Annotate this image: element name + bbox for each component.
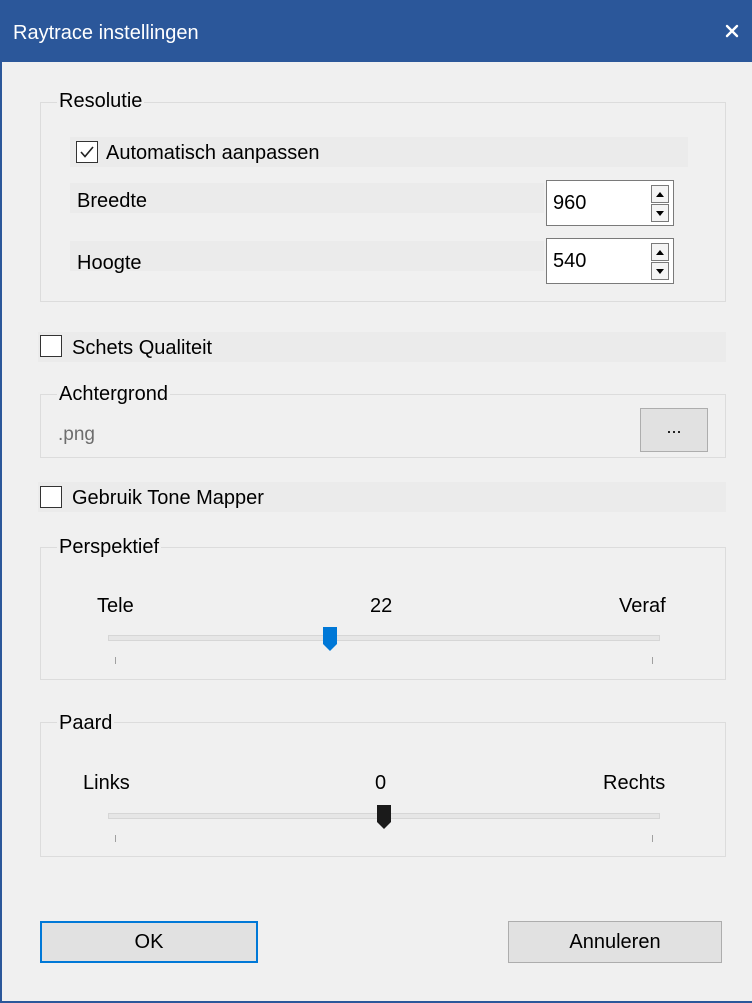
horse-value-label: 0 <box>375 772 387 794</box>
close-icon <box>725 24 739 38</box>
height-decrement-button[interactable] <box>651 262 669 280</box>
perspective-min-label: Tele <box>97 595 134 617</box>
perspective-slider-track[interactable] <box>108 635 660 641</box>
perspective-group-label: Perspektief <box>57 536 162 558</box>
resolution-group-label: Resolutie <box>57 90 145 112</box>
arrow-up-icon <box>656 191 664 197</box>
browse-button[interactable]: ... <box>640 408 708 452</box>
perspective-tick-max <box>652 657 653 664</box>
sketch-quality-label: Schets Qualiteit <box>72 337 213 359</box>
width-decrement-button[interactable] <box>651 204 669 222</box>
height-label: Hoogte <box>77 252 142 274</box>
auto-adjust-checkbox[interactable] <box>76 141 98 163</box>
arrow-up-icon <box>656 249 664 255</box>
auto-adjust-label: Automatisch aanpassen <box>106 142 320 164</box>
horse-max-label: Rechts <box>603 772 666 794</box>
width-stepper[interactable]: 960 <box>546 180 674 226</box>
width-input[interactable]: 960 <box>553 192 643 215</box>
perspective-value-label: 22 <box>370 595 393 617</box>
perspective-slider-thumb[interactable] <box>322 627 337 651</box>
perspective-max-label: Veraf <box>619 595 666 617</box>
dialog-window: Raytrace instellingen Resolutie Automati… <box>0 0 752 1003</box>
background-group-label: Achtergrond <box>57 383 170 405</box>
cancel-button[interactable]: Annuleren <box>508 921 722 963</box>
horse-min-label: Links <box>83 772 130 794</box>
window-title: Raytrace instellingen <box>13 22 199 44</box>
arrow-down-icon <box>656 268 664 274</box>
height-stepper[interactable]: 540 <box>546 238 674 284</box>
tone-mapper-label: Gebruik Tone Mapper <box>72 487 264 509</box>
horse-slider-thumb[interactable] <box>376 805 391 829</box>
width-label: Breedte <box>77 190 148 212</box>
title-bar: Raytrace instellingen <box>2 0 752 62</box>
ok-button[interactable]: OK <box>40 921 258 963</box>
arrow-down-icon <box>656 210 664 216</box>
horse-tick-min <box>115 835 116 842</box>
background-file-value: .png <box>58 424 95 445</box>
height-increment-button[interactable] <box>651 243 669 261</box>
checkmark-icon <box>80 146 94 158</box>
height-input[interactable]: 540 <box>553 250 643 273</box>
tone-mapper-checkbox[interactable] <box>40 486 62 508</box>
perspective-tick-min <box>115 657 116 664</box>
horse-group-label: Paard <box>57 712 115 734</box>
width-increment-button[interactable] <box>651 185 669 203</box>
horse-tick-max <box>652 835 653 842</box>
sketch-quality-checkbox[interactable] <box>40 335 62 357</box>
close-button[interactable] <box>710 0 752 62</box>
